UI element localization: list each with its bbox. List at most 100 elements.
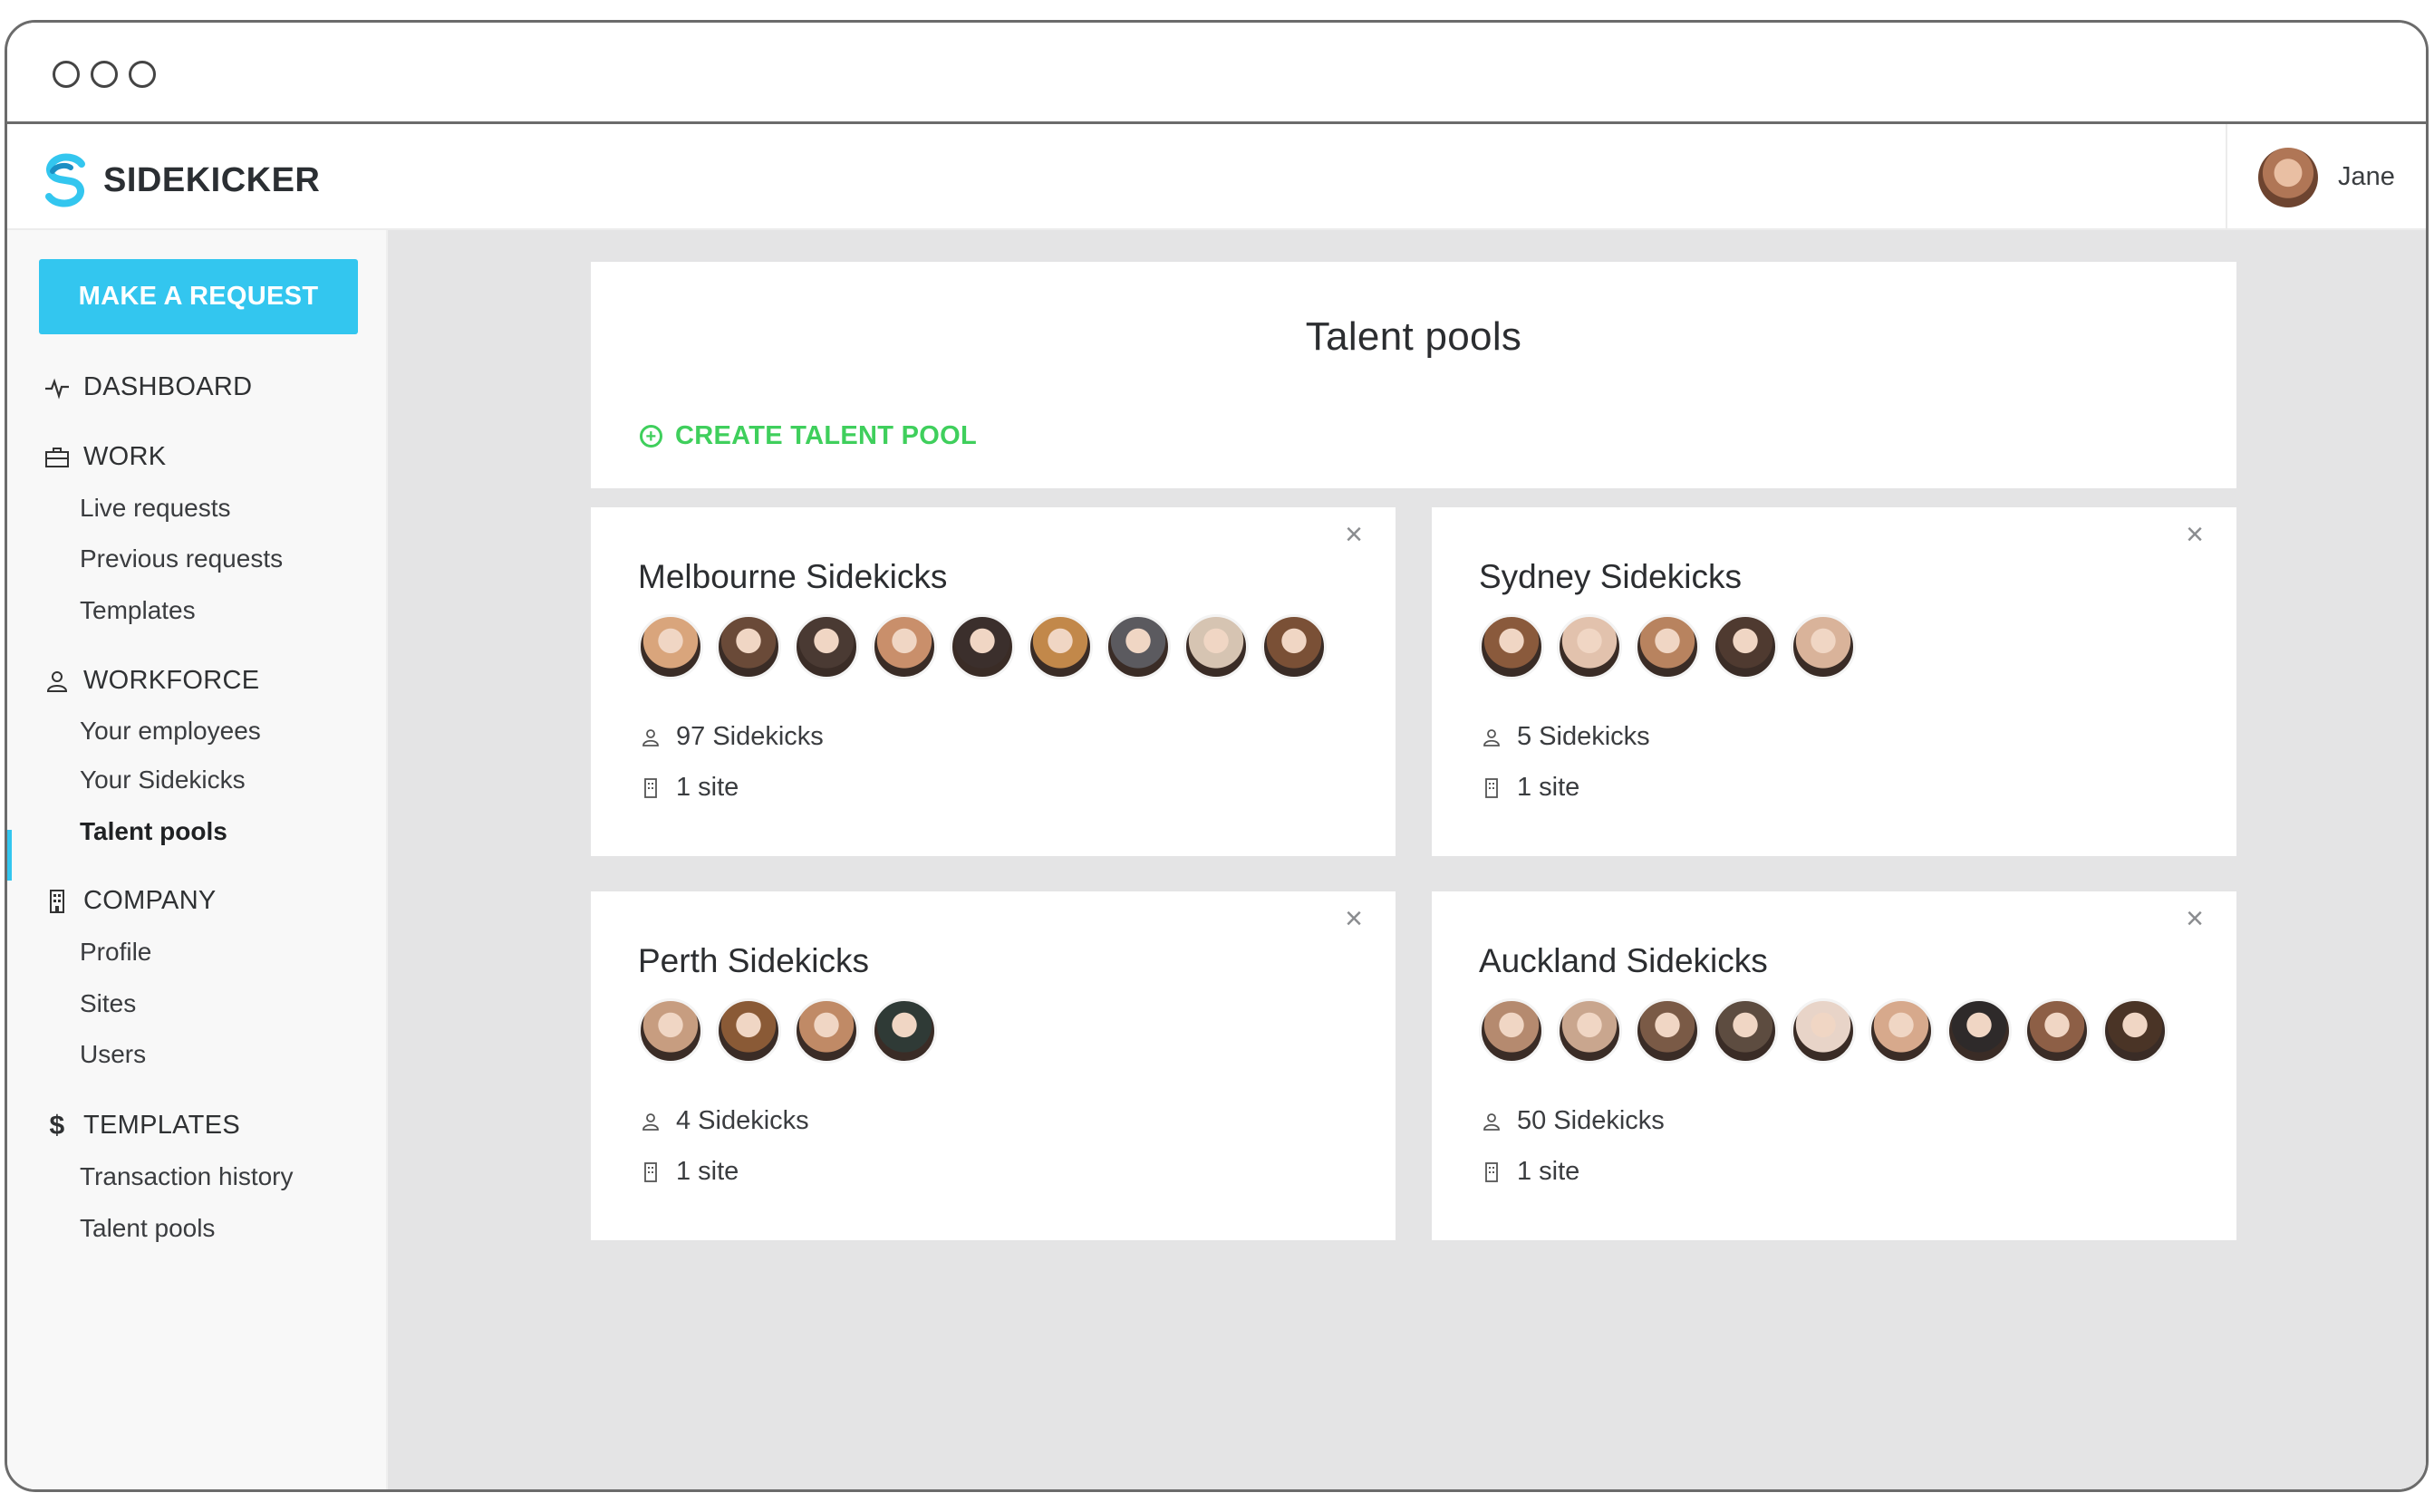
sidebar-section-dashboard[interactable]: DASHBOARD	[43, 372, 252, 402]
sidebar-item-transaction-history[interactable]: Transaction history	[80, 1162, 294, 1191]
avatar[interactable]	[1261, 614, 1327, 679]
window-titlebar	[7, 23, 2426, 124]
avatar[interactable]	[2102, 998, 2168, 1064]
site-count: 1 site	[640, 773, 739, 803]
site-count: 1 site	[640, 1157, 739, 1187]
sidekick-count-label: 4 Sidekicks	[676, 1106, 809, 1135]
avatar[interactable]	[794, 614, 859, 679]
window-control-minimize[interactable]	[91, 61, 118, 88]
avatar[interactable]	[794, 998, 859, 1064]
sidebar-section-label: WORKFORCE	[83, 666, 260, 695]
avatar-row	[638, 998, 950, 1064]
close-icon[interactable]: ×	[2180, 903, 2209, 934]
sidebar-item-previous-requests[interactable]: Previous requests	[80, 544, 283, 573]
make-request-button[interactable]: MAKE A REQUEST	[39, 259, 358, 334]
avatar[interactable]	[1106, 614, 1171, 679]
avatar[interactable]	[638, 998, 703, 1064]
create-talent-pool-label: CREATE TALENT POOL	[675, 421, 977, 450]
avatar	[2258, 147, 2318, 207]
sidebar-item-your-sidekicks[interactable]: Your Sidekicks	[80, 766, 246, 795]
building-icon	[50, 889, 64, 913]
avatar[interactable]	[716, 998, 781, 1064]
sidebar-item-your-employees[interactable]: Your employees	[80, 717, 261, 746]
pool-card[interactable]: × Auckland Sidekicks 50 Sidekicks 1 site	[1432, 891, 2236, 1240]
window-control-close[interactable]	[53, 61, 80, 88]
avatar[interactable]	[716, 614, 781, 679]
sidekick-count-label: 50 Sidekicks	[1517, 1106, 1665, 1135]
app-header: SIDEKICKER Jane	[7, 124, 2426, 230]
pool-card[interactable]: × Sydney Sidekicks 5 Sidekicks 1 site	[1432, 507, 2236, 856]
avatar[interactable]	[872, 998, 937, 1064]
page-header-card: Talent pools + CREATE TALENT POOL	[591, 262, 2236, 488]
person-icon	[1483, 1112, 1500, 1131]
pool-card[interactable]: × Melbourne Sidekicks 97 Sidekicks 1 sit…	[591, 507, 1396, 856]
avatar[interactable]	[1791, 614, 1856, 679]
avatar[interactable]	[1479, 998, 1544, 1064]
avatar[interactable]	[1479, 614, 1544, 679]
building-icon	[644, 1161, 657, 1182]
user-menu[interactable]: Jane	[2226, 124, 2426, 230]
avatar[interactable]	[638, 614, 703, 679]
sidebar-item-talent-pools-2[interactable]: Talent pools	[80, 1214, 215, 1243]
page-title: Talent pools	[1305, 314, 1522, 359]
browser-window: SIDEKICKER Jane MAKE A REQUEST DASHBOARD…	[5, 20, 2429, 1492]
avatar[interactable]	[1635, 998, 1700, 1064]
sidekicker-logo-icon	[45, 153, 85, 207]
sidebar-item-profile[interactable]: Profile	[80, 938, 151, 967]
sidebar-section-templates[interactable]: $ TEMPLATES	[43, 1111, 240, 1141]
sidekick-count: 5 Sidekicks	[1481, 722, 1650, 752]
create-talent-pool-button[interactable]: + CREATE TALENT POOL	[640, 421, 977, 451]
person-icon	[642, 728, 659, 746]
sidebar-item-talent-pools[interactable]: Talent pools	[80, 817, 227, 846]
avatar[interactable]	[1713, 998, 1778, 1064]
close-icon[interactable]: ×	[1339, 519, 1368, 550]
sidebar-item-live-requests[interactable]: Live requests	[80, 494, 231, 523]
avatar[interactable]	[872, 614, 937, 679]
brand-logo[interactable]: SIDEKICKER	[40, 151, 320, 209]
pool-card[interactable]: × Perth Sidekicks 4 Sidekicks 1 site	[591, 891, 1396, 1240]
sidebar-item-users[interactable]: Users	[80, 1040, 146, 1069]
avatar[interactable]	[2024, 998, 2090, 1064]
site-count: 1 site	[1481, 773, 1579, 803]
activity-icon	[45, 378, 69, 400]
sidebar-section-company[interactable]: COMPANY	[43, 886, 217, 916]
avatar[interactable]	[1946, 998, 2012, 1064]
avatar-row	[1479, 998, 2180, 1064]
sidebar-section-label: WORK	[83, 442, 167, 471]
active-indicator	[7, 830, 12, 881]
close-icon[interactable]: ×	[2180, 519, 2209, 550]
user-name: Jane	[2338, 162, 2395, 191]
sidebar-item-sites[interactable]: Sites	[80, 989, 136, 1018]
site-count-label: 1 site	[1517, 1157, 1580, 1186]
person-icon	[46, 670, 68, 692]
sidebar-section-work[interactable]: WORK	[43, 442, 166, 472]
brand-name: SIDEKICKER	[103, 160, 321, 199]
site-count-label: 1 site	[676, 773, 739, 802]
avatar[interactable]	[1635, 614, 1700, 679]
plus-circle-icon: +	[640, 425, 662, 448]
building-icon	[644, 777, 657, 798]
close-icon[interactable]: ×	[1339, 903, 1368, 934]
sidebar: MAKE A REQUEST DASHBOARD WORK Live reque…	[7, 230, 388, 1489]
briefcase-icon	[45, 447, 69, 467]
site-count-label: 1 site	[1517, 773, 1580, 802]
avatar[interactable]	[1869, 998, 1934, 1064]
avatar-row	[1479, 614, 1869, 679]
avatar[interactable]	[1183, 614, 1249, 679]
avatar[interactable]	[1713, 614, 1778, 679]
avatar-row	[638, 614, 1339, 679]
sidebar-item-templates[interactable]: Templates	[80, 596, 196, 625]
avatar[interactable]	[1557, 998, 1622, 1064]
pool-name: Melbourne Sidekicks	[638, 558, 948, 595]
avatar[interactable]	[950, 614, 1015, 679]
avatar[interactable]	[1028, 614, 1093, 679]
avatar[interactable]	[1557, 614, 1622, 679]
site-count-label: 1 site	[676, 1157, 739, 1186]
main-content: Talent pools + CREATE TALENT POOL × Melb…	[388, 230, 2426, 1489]
sidekick-count-label: 5 Sidekicks	[1517, 722, 1650, 751]
sidebar-section-label: COMPANY	[83, 886, 217, 915]
window-control-maximize[interactable]	[129, 61, 156, 88]
avatar[interactable]	[1791, 998, 1856, 1064]
sidekick-count: 50 Sidekicks	[1481, 1106, 1665, 1136]
sidebar-section-workforce[interactable]: WORKFORCE	[43, 666, 259, 696]
